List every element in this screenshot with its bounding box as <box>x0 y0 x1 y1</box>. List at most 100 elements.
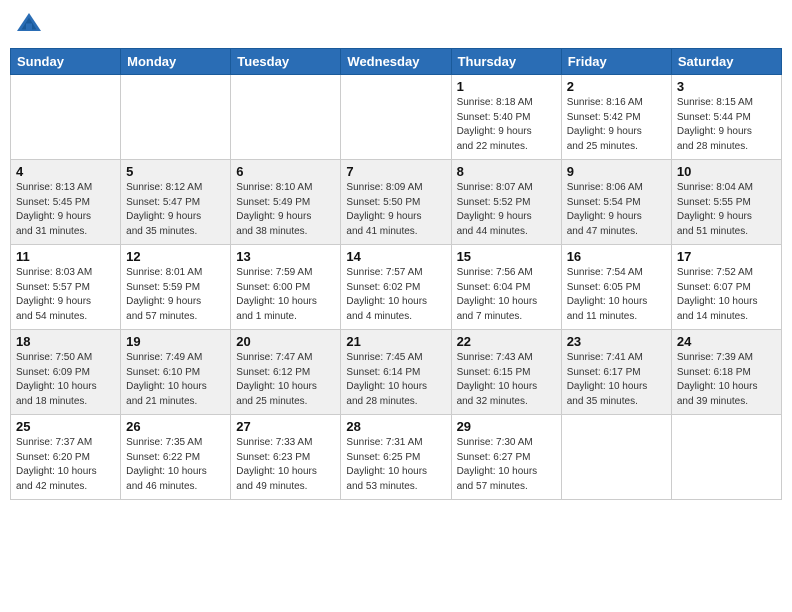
calendar-cell: 6 Sunrise: 8:10 AMSunset: 5:49 PMDaylight… <box>231 160 341 245</box>
calendar-cell: 21Sunrise: 7:45 AMSunset: 6:14 PMDayligh… <box>341 330 451 415</box>
day-number: 28 <box>346 419 445 434</box>
day-number: 24 <box>677 334 776 349</box>
logo <box>14 10 48 40</box>
day-info: Sunrise: 7:54 AMSunset: 6:05 PMDaylight:… <box>567 266 666 324</box>
calendar-cell: 25Sunrise: 7:37 AMSunset: 6:20 PMDayligh… <box>11 415 121 500</box>
day-number: 20 <box>236 334 335 349</box>
calendar-cell: 20 Sunrise: 7:47 AMSunset: 6:12 PMDayligh… <box>231 330 341 415</box>
day-info: Sunrise: 7:59 AMSunset: 6:00 PMDaylight:… <box>236 266 335 324</box>
page-header <box>10 10 782 40</box>
day-number: 26 <box>126 419 225 434</box>
day-number: 19 <box>126 334 225 349</box>
calendar-cell: 29 Sunrise: 7:30 AMSunset: 6:27 PMDayligh… <box>451 415 561 500</box>
day-number: 3 <box>677 79 776 94</box>
calendar-table: SundayMondayTuesdayWednesdayThursdayFrid… <box>10 48 782 500</box>
calendar-cell: 19 Sunrise: 7:49 AMSunset: 6:10 PMDayligh… <box>121 330 231 415</box>
calendar-cell <box>231 75 341 160</box>
day-of-week-tuesday: Tuesday <box>231 49 341 75</box>
day-info: Sunrise: 8:04 AMSunset: 5:55 PMDaylight:… <box>677 181 776 239</box>
day-info: Sunrise: 8:10 AMSunset: 5:49 PMDaylight:… <box>236 181 335 239</box>
calendar-cell: 2Sunrise: 8:16 AMSunset: 5:42 PMDaylight… <box>561 75 671 160</box>
day-number: 15 <box>457 249 556 264</box>
day-info: Sunrise: 8:09 AMSunset: 5:50 PMDaylight:… <box>346 181 445 239</box>
day-number: 10 <box>677 164 776 179</box>
day-number: 14 <box>346 249 445 264</box>
calendar-cell: 1 Sunrise: 8:18 AMSunset: 5:40 PMDaylight… <box>451 75 561 160</box>
day-of-week-monday: Monday <box>121 49 231 75</box>
calendar-cell: 18 Sunrise: 7:50 AMSunset: 6:09 PMDayligh… <box>11 330 121 415</box>
calendar-cell <box>671 415 781 500</box>
calendar-week-5: 25Sunrise: 7:37 AMSunset: 6:20 PMDayligh… <box>11 415 782 500</box>
day-number: 22 <box>457 334 556 349</box>
days-of-week-row: SundayMondayTuesdayWednesdayThursdayFrid… <box>11 49 782 75</box>
day-info: Sunrise: 8:12 AMSunset: 5:47 PMDaylight:… <box>126 181 225 239</box>
day-info: Sunrise: 7:52 AMSunset: 6:07 PMDaylight:… <box>677 266 776 324</box>
day-number: 4 <box>16 164 115 179</box>
day-info: Sunrise: 7:49 AMSunset: 6:10 PMDaylight:… <box>126 351 225 409</box>
day-info: Sunrise: 7:35 AMSunset: 6:22 PMDaylight:… <box>126 436 225 494</box>
day-number: 13 <box>236 249 335 264</box>
calendar-cell: 15 Sunrise: 7:56 AMSunset: 6:04 PMDayligh… <box>451 245 561 330</box>
day-number: 5 <box>126 164 225 179</box>
day-number: 12 <box>126 249 225 264</box>
day-number: 16 <box>567 249 666 264</box>
day-number: 1 <box>457 79 556 94</box>
day-info: Sunrise: 7:45 AMSunset: 6:14 PMDaylight:… <box>346 351 445 409</box>
calendar-cell: 28 Sunrise: 7:31 AMSunset: 6:25 PMDayligh… <box>341 415 451 500</box>
day-number: 17 <box>677 249 776 264</box>
day-number: 2 <box>567 79 666 94</box>
day-info: Sunrise: 8:18 AMSunset: 5:40 PMDaylight:… <box>457 96 556 154</box>
calendar-cell: 3 Sunrise: 8:15 AMSunset: 5:44 PMDaylight… <box>671 75 781 160</box>
day-of-week-saturday: Saturday <box>671 49 781 75</box>
day-info: Sunrise: 7:30 AMSunset: 6:27 PMDaylight:… <box>457 436 556 494</box>
calendar-cell: 11 Sunrise: 8:03 AMSunset: 5:57 PMDayligh… <box>11 245 121 330</box>
calendar-cell: 12 Sunrise: 8:01 AMSunset: 5:59 PMDayligh… <box>121 245 231 330</box>
day-info: Sunrise: 7:56 AMSunset: 6:04 PMDaylight:… <box>457 266 556 324</box>
calendar-cell: 16 Sunrise: 7:54 AMSunset: 6:05 PMDayligh… <box>561 245 671 330</box>
calendar-cell: 17 Sunrise: 7:52 AMSunset: 6:07 PMDayligh… <box>671 245 781 330</box>
calendar-cell: 7Sunrise: 8:09 AMSunset: 5:50 PMDaylight… <box>341 160 451 245</box>
day-info: Sunrise: 8:07 AMSunset: 5:52 PMDaylight:… <box>457 181 556 239</box>
day-info: Sunrise: 8:03 AMSunset: 5:57 PMDaylight:… <box>16 266 115 324</box>
day-of-week-friday: Friday <box>561 49 671 75</box>
day-of-week-wednesday: Wednesday <box>341 49 451 75</box>
calendar-cell: 13 Sunrise: 7:59 AMSunset: 6:00 PMDayligh… <box>231 245 341 330</box>
day-number: 29 <box>457 419 556 434</box>
day-info: Sunrise: 7:41 AMSunset: 6:17 PMDaylight:… <box>567 351 666 409</box>
calendar-week-3: 11 Sunrise: 8:03 AMSunset: 5:57 PMDayligh… <box>11 245 782 330</box>
day-of-week-sunday: Sunday <box>11 49 121 75</box>
calendar-cell: 4Sunrise: 8:13 AMSunset: 5:45 PMDaylight… <box>11 160 121 245</box>
day-info: Sunrise: 8:15 AMSunset: 5:44 PMDaylight:… <box>677 96 776 154</box>
logo-icon <box>14 10 44 40</box>
day-info: Sunrise: 7:43 AMSunset: 6:15 PMDaylight:… <box>457 351 556 409</box>
day-info: Sunrise: 8:06 AMSunset: 5:54 PMDaylight:… <box>567 181 666 239</box>
day-number: 8 <box>457 164 556 179</box>
day-info: Sunrise: 7:39 AMSunset: 6:18 PMDaylight:… <box>677 351 776 409</box>
day-number: 11 <box>16 249 115 264</box>
calendar-week-2: 4Sunrise: 8:13 AMSunset: 5:45 PMDaylight… <box>11 160 782 245</box>
calendar-week-4: 18 Sunrise: 7:50 AMSunset: 6:09 PMDayligh… <box>11 330 782 415</box>
calendar-cell: 10 Sunrise: 8:04 AMSunset: 5:55 PMDayligh… <box>671 160 781 245</box>
calendar-cell: 9 Sunrise: 8:06 AMSunset: 5:54 PMDaylight… <box>561 160 671 245</box>
day-number: 6 <box>236 164 335 179</box>
day-info: Sunrise: 7:47 AMSunset: 6:12 PMDaylight:… <box>236 351 335 409</box>
day-of-week-thursday: Thursday <box>451 49 561 75</box>
day-info: Sunrise: 7:37 AMSunset: 6:20 PMDaylight:… <box>16 436 115 494</box>
calendar-cell: 23 Sunrise: 7:41 AMSunset: 6:17 PMDayligh… <box>561 330 671 415</box>
day-number: 23 <box>567 334 666 349</box>
day-number: 18 <box>16 334 115 349</box>
calendar-header: SundayMondayTuesdayWednesdayThursdayFrid… <box>11 49 782 75</box>
calendar-cell: 5 Sunrise: 8:12 AMSunset: 5:47 PMDaylight… <box>121 160 231 245</box>
day-number: 9 <box>567 164 666 179</box>
calendar-cell: 24 Sunrise: 7:39 AMSunset: 6:18 PMDayligh… <box>671 330 781 415</box>
calendar-cell <box>121 75 231 160</box>
day-info: Sunrise: 7:31 AMSunset: 6:25 PMDaylight:… <box>346 436 445 494</box>
day-number: 27 <box>236 419 335 434</box>
day-info: Sunrise: 8:01 AMSunset: 5:59 PMDaylight:… <box>126 266 225 324</box>
calendar-week-1: 1 Sunrise: 8:18 AMSunset: 5:40 PMDaylight… <box>11 75 782 160</box>
calendar-cell: 8 Sunrise: 8:07 AMSunset: 5:52 PMDaylight… <box>451 160 561 245</box>
day-info: Sunrise: 7:33 AMSunset: 6:23 PMDaylight:… <box>236 436 335 494</box>
calendar-cell <box>11 75 121 160</box>
day-info: Sunrise: 7:50 AMSunset: 6:09 PMDaylight:… <box>16 351 115 409</box>
calendar-cell: 27 Sunrise: 7:33 AMSunset: 6:23 PMDayligh… <box>231 415 341 500</box>
